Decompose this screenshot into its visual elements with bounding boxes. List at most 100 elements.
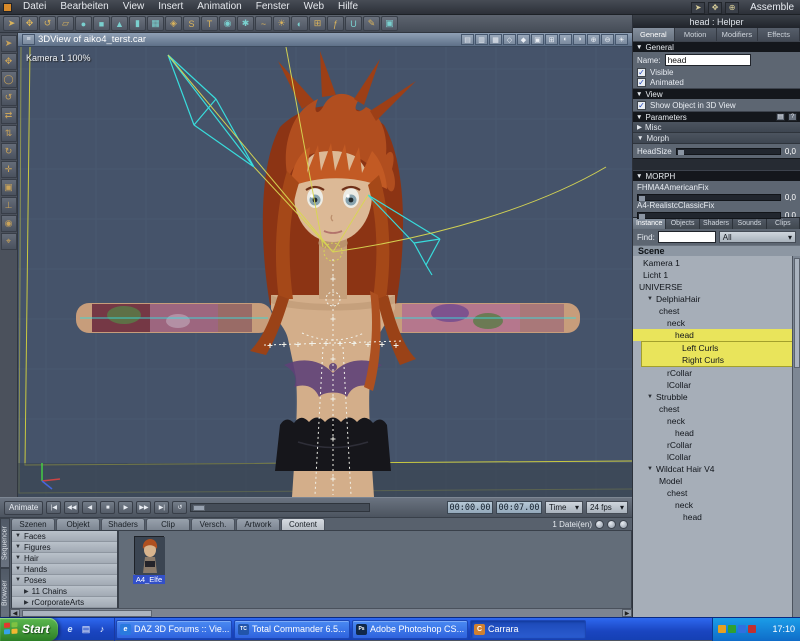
section-view[interactable]: ▼ View bbox=[633, 88, 800, 99]
tree-item-universe[interactable]: UNIVERSE bbox=[633, 281, 800, 293]
tab-content[interactable]: Content bbox=[281, 518, 325, 530]
parameters-list-icon[interactable]: ▤ bbox=[776, 113, 785, 121]
zoom-out-icon[interactable]: ⊖ bbox=[601, 34, 614, 45]
text-object-icon[interactable]: T bbox=[201, 16, 218, 31]
morph-slider[interactable] bbox=[637, 194, 781, 201]
folder-hands[interactable]: ▼ Hands bbox=[12, 564, 117, 575]
scale-tool-icon[interactable]: ▱ bbox=[57, 16, 74, 31]
zoom-in-icon[interactable]: ⊕ bbox=[587, 34, 600, 45]
folder-corporatearts[interactable]: ▶ rCorporateArts bbox=[12, 597, 117, 608]
hscroll-thumb[interactable] bbox=[22, 609, 152, 617]
show-desktop-icon[interactable]: ▤ bbox=[79, 622, 93, 636]
content-item-thumbnail[interactable] bbox=[134, 536, 165, 575]
section-morph[interactable]: ▼ MORPH bbox=[633, 170, 800, 181]
pointer-mode-icon[interactable]: ➤ bbox=[691, 1, 706, 14]
tab-objects[interactable]: Objects bbox=[666, 218, 700, 229]
menu-datei[interactable]: Datei bbox=[16, 0, 53, 15]
eye-tool-icon[interactable]: ◉ bbox=[0, 215, 17, 232]
misc-group[interactable]: ▶ Misc bbox=[633, 122, 800, 133]
section-general[interactable]: ▼ General bbox=[633, 41, 800, 52]
taskbar-window-photoshop[interactable]: Ps Adobe Photoshop CS... bbox=[352, 619, 468, 639]
tab-browser[interactable]: Browser bbox=[0, 568, 10, 618]
tree-item-strubble[interactable]: ▼ Strubble bbox=[633, 391, 800, 403]
pan-tool-icon[interactable]: ⇄ bbox=[0, 107, 17, 124]
split-view-icon[interactable]: ▥ bbox=[475, 34, 488, 45]
menu-hilfe[interactable]: Hilfe bbox=[331, 0, 365, 15]
axis-tool-icon[interactable]: ⊥ bbox=[0, 197, 17, 214]
tree-item-delphiahair[interactable]: ▼ DelphiaHair bbox=[633, 293, 800, 305]
loop-button[interactable]: ↺ bbox=[172, 501, 188, 514]
move-tool-icon[interactable]: ✥ bbox=[21, 16, 38, 31]
tree-item-kamera1[interactable]: Kamera 1 bbox=[633, 257, 800, 269]
tab-motion[interactable]: Motion bbox=[674, 28, 717, 41]
go-start-button[interactable]: |◀ bbox=[46, 501, 62, 514]
medium-thumbnails-button[interactable]: ◎ bbox=[607, 519, 616, 529]
taskbar-clock[interactable]: 17:10 bbox=[772, 624, 795, 634]
go-end-button[interactable]: ▶| bbox=[154, 501, 170, 514]
viewport-title-bar[interactable]: ≡ 3DView of aiko4_terst.car ▤ ▥ ▦ ◇ ◆ ▣ … bbox=[18, 33, 632, 47]
tab-shaders[interactable]: Shaders bbox=[699, 218, 734, 229]
tree-item-model[interactable]: Model bbox=[633, 475, 800, 487]
play-backward-button[interactable]: ◀ bbox=[82, 501, 98, 514]
tray-network-icon[interactable] bbox=[738, 625, 746, 633]
textured-mode-icon[interactable]: ▣ bbox=[531, 34, 544, 45]
tab-clips[interactable]: Clips bbox=[766, 218, 800, 229]
folder-figures[interactable]: ▼ Figures bbox=[12, 542, 117, 553]
tab-objekt[interactable]: Objekt bbox=[56, 518, 100, 530]
tray-antivirus-icon[interactable] bbox=[728, 625, 736, 633]
rotate-tool-icon[interactable]: ↺ bbox=[39, 16, 56, 31]
large-thumbnails-button[interactable]: ● bbox=[619, 519, 628, 529]
fast-forward-button[interactable]: ▶▶ bbox=[136, 501, 152, 514]
small-thumbnails-button[interactable]: ○ bbox=[595, 519, 604, 529]
fast-backward-button[interactable]: ◀◀ bbox=[64, 501, 80, 514]
headsize-slider[interactable] bbox=[675, 147, 781, 155]
menu-fenster[interactable]: Fenster bbox=[249, 0, 297, 15]
helper-mode-icon[interactable]: ⊕ bbox=[725, 1, 740, 14]
tree-item-chest[interactable]: chest bbox=[633, 403, 800, 415]
viewport-menu-icon[interactable]: ≡ bbox=[22, 34, 35, 45]
sphere-primitive-icon[interactable]: ● bbox=[75, 16, 92, 31]
render-icon[interactable]: ▣ bbox=[381, 16, 398, 31]
morph-slider[interactable] bbox=[637, 212, 781, 219]
cube-primitive-icon[interactable]: ■ bbox=[93, 16, 110, 31]
hair-object-icon[interactable]: ~ bbox=[255, 16, 272, 31]
tray-update-icon[interactable] bbox=[718, 625, 726, 633]
cone-primitive-icon[interactable]: ▲ bbox=[111, 16, 128, 31]
tree-item-chest[interactable]: chest bbox=[633, 305, 800, 317]
show-object-checkbox[interactable]: ✓ bbox=[637, 100, 646, 110]
name-input[interactable] bbox=[664, 54, 751, 66]
vertex-object-icon[interactable]: ◈ bbox=[165, 16, 182, 31]
content-item-label[interactable]: A4_Elfe bbox=[133, 575, 165, 584]
target-tool-icon[interactable]: ⌖ bbox=[0, 233, 17, 250]
find-filter-dropdown[interactable]: All ▾ bbox=[718, 231, 796, 243]
current-time-field[interactable]: 00:00.00 bbox=[447, 501, 493, 514]
pointer-tool-icon[interactable]: ➤ bbox=[0, 35, 17, 52]
taskbar-window-carrara[interactable]: C Carrara bbox=[470, 619, 586, 639]
tab-sounds[interactable]: Sounds bbox=[733, 218, 767, 229]
bank-tool-icon[interactable]: ↻ bbox=[0, 143, 17, 160]
metaball-icon[interactable]: ◉ bbox=[219, 16, 236, 31]
tree-item-chest[interactable]: chest bbox=[633, 487, 800, 499]
tree-item-head[interactable]: head bbox=[633, 427, 800, 439]
start-button[interactable]: Start bbox=[0, 617, 58, 641]
parameters-help-icon[interactable]: ? bbox=[788, 113, 797, 121]
end-time-field[interactable]: 00:07.00 bbox=[496, 501, 542, 514]
tab-modifiers[interactable]: Modifiers bbox=[716, 28, 759, 41]
render-preview-icon[interactable]: ☀ bbox=[615, 34, 628, 45]
tab-clip[interactable]: Clip bbox=[146, 518, 190, 530]
tree-item-lcollar[interactable]: lCollar bbox=[633, 379, 800, 391]
tree-item-neck[interactable]: neck bbox=[633, 499, 800, 511]
tab-instance[interactable]: Instance bbox=[633, 218, 667, 229]
collapse-icon[interactable]: ▼ bbox=[647, 296, 653, 302]
particle-emitter-icon[interactable]: ✱ bbox=[237, 16, 254, 31]
frame-tool-icon[interactable]: ▣ bbox=[0, 179, 17, 196]
scroll-right-arrow-icon[interactable]: ▶ bbox=[622, 609, 632, 617]
tree-item-wildcat-hair[interactable]: ▼ Wildcat Hair V4 bbox=[633, 463, 800, 475]
play-button[interactable]: ▶ bbox=[118, 501, 134, 514]
tree-item-lcollar[interactable]: lCollar bbox=[633, 451, 800, 463]
scroll-left-arrow-icon[interactable]: ◀ bbox=[10, 609, 20, 617]
collapse-icon[interactable]: ▼ bbox=[647, 466, 653, 472]
spline-object-icon[interactable]: S bbox=[183, 16, 200, 31]
content-thumbnails-area[interactable]: A4_Elfe bbox=[118, 530, 632, 609]
scrubber-thumb[interactable] bbox=[193, 505, 206, 511]
